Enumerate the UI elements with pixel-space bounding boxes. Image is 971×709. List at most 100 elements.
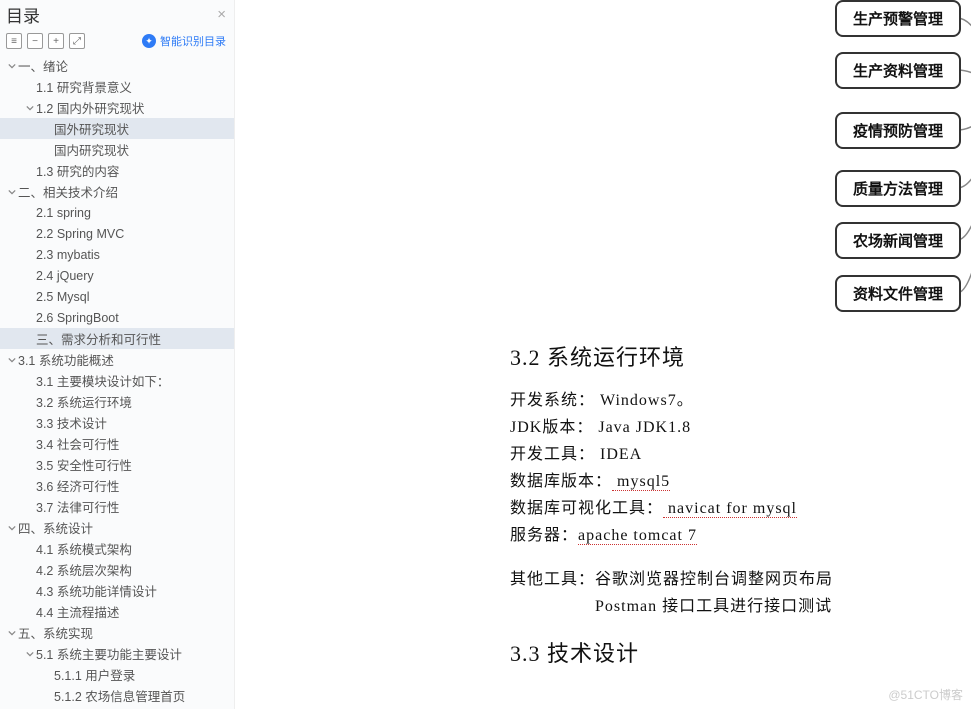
mindmap-child: 生产资料管理 (835, 52, 961, 89)
env-value: apache tomcat 7 (578, 527, 697, 545)
toc-item-label: 3.1 系统功能概述 (18, 350, 114, 369)
env-line: 开发系统： Windows7。 (510, 386, 971, 410)
smart-detect-button[interactable]: ✦ 智能识别目录 (142, 33, 226, 49)
env-value: mysql5 (612, 473, 670, 491)
toc-item[interactable]: 4.1 系统模式架构 (0, 538, 234, 559)
toc-item-label: 四、系统设计 (18, 518, 93, 537)
toc-item-label: 2.6 SpringBoot (36, 311, 119, 325)
toc-item[interactable]: 5.1 系统主要功能主要设计 (0, 643, 234, 664)
toc-item[interactable]: 2.1 spring (0, 202, 234, 223)
toc-item[interactable]: 1.3 研究的内容 (0, 160, 234, 181)
env-key: 开发工具： (510, 446, 595, 463)
expand-icon[interactable]: + (48, 33, 64, 49)
toc-item[interactable]: 4.3 系统功能详情设计 (0, 580, 234, 601)
toc-item-label: 4.4 主流程描述 (36, 602, 119, 621)
toc-item-label: 一、绪论 (18, 56, 68, 75)
toc-item[interactable]: 1.1 研究背景意义 (0, 76, 234, 97)
toc-item[interactable]: 2.5 Mysql (0, 286, 234, 307)
fullscreen-icon[interactable]: ⤢ (69, 33, 85, 49)
toc-title: 目录 (6, 2, 40, 27)
toc-item-label: 5.1 系统主要功能主要设计 (36, 644, 182, 663)
toc-item-label: 1.3 研究的内容 (36, 161, 119, 180)
chevron-down-icon[interactable] (24, 104, 36, 112)
env-line: 数据库可视化工具： navicat for mysql (510, 494, 971, 518)
toc-toolbar: ≡ − + ⤢ ✦ 智能识别目录 (0, 31, 234, 55)
watermark: @51CTO博客 (888, 686, 963, 703)
toc-item[interactable]: 3.5 安全性可行性 (0, 454, 234, 475)
mindmap-child: 资料文件管理 (835, 275, 961, 312)
toc-item-label: 3.5 安全性可行性 (36, 455, 132, 474)
document-viewport[interactable]: 智能农场信息系统 生产预警管理生产资料管理疫情预防管理质量方法管理农场新闻管理资… (235, 0, 971, 709)
collapse-icon[interactable]: − (27, 33, 43, 49)
chevron-down-icon[interactable] (6, 62, 18, 70)
toc-item[interactable]: 1.2 国内外研究现状 (0, 97, 234, 118)
list-icon[interactable]: ≡ (6, 33, 22, 49)
env-line: 服务器：apache tomcat 7 (510, 521, 971, 545)
toc-tree[interactable]: 一、绪论 1.1 研究背景意义 1.2 国内外研究现状国外研究现状国内研究现状 1.3… (0, 55, 234, 709)
toc-item[interactable]: 5.1.1 用户登录 (0, 664, 234, 685)
chevron-down-icon[interactable] (6, 629, 18, 637)
env-key: 服务器： (510, 527, 578, 544)
toc-item-label: 1.1 研究背景意义 (36, 77, 132, 96)
toc-item-label: 3.6 经济可行性 (36, 476, 119, 495)
env-line: 开发工具： IDEA (510, 440, 971, 464)
env-key: 开发系统： (510, 392, 595, 409)
toc-item-label: 2.5 Mysql (36, 290, 90, 304)
toc-item-label: 3.3 技术设计 (36, 413, 107, 432)
toc-item[interactable]: 4.4 主流程描述 (0, 601, 234, 622)
toc-item-label: 二、相关技术介绍 (18, 182, 118, 201)
toc-item[interactable]: 3.2 系统运行环境 (0, 391, 234, 412)
chevron-down-icon[interactable] (6, 524, 18, 532)
toc-item-label: 5.1.2 农场信息管理首页 (54, 686, 185, 705)
toc-item-label: 3.2 系统运行环境 (36, 392, 132, 411)
toc-item-label: 3.7 法律可行性 (36, 497, 119, 516)
toc-item[interactable]: 3.7 法律可行性 (0, 496, 234, 517)
toc-item[interactable]: 3.1 系统功能概述 (0, 349, 234, 370)
mindmap-child: 生产预警管理 (835, 0, 961, 37)
chevron-down-icon[interactable] (6, 188, 18, 196)
toc-item-label: 五、系统实现 (18, 623, 93, 642)
toc-item-label: 2.4 jQuery (36, 269, 94, 283)
toc-item-label: 1.2 国内外研究现状 (36, 98, 144, 117)
toc-item-label: 5.1.1 用户登录 (54, 665, 135, 684)
toc-item[interactable]: 2.4 jQuery (0, 265, 234, 286)
toc-item[interactable]: 五、系统实现 (0, 622, 234, 643)
toc-sidebar: 目录 × ≡ − + ⤢ ✦ 智能识别目录 一、绪论 1.1 研究背景意义 1.2 … (0, 0, 235, 709)
toc-item[interactable]: 国内研究现状 (0, 139, 234, 160)
other-tools-line1: 其他工具：谷歌浏览器控制台调整网页布局 (510, 565, 971, 589)
env-value: navicat for mysql (663, 500, 797, 518)
toc-item[interactable]: 三、需求分析和可行性 (0, 328, 234, 349)
other-tools-line2: Postman 接口工具进行接口测试 (510, 592, 971, 616)
heading-3-3: 3.3 技术设计 (510, 636, 971, 668)
toc-item[interactable]: 一、绪论 (0, 55, 234, 76)
toc-item-label: 3.4 社会可行性 (36, 434, 119, 453)
toc-item[interactable]: 四、系统设计 (0, 517, 234, 538)
env-line: 数据库版本： mysql5 (510, 467, 971, 491)
chevron-down-icon[interactable] (24, 650, 36, 658)
toc-item-label: 三、需求分析和可行性 (36, 329, 161, 348)
toc-item-label: 国内研究现状 (54, 140, 129, 159)
article-body: 3.2 系统运行环境 开发系统： Windows7。JDK版本： Java JD… (510, 340, 971, 682)
chevron-down-icon[interactable] (6, 356, 18, 364)
toc-item[interactable]: 4.2 系统层次架构 (0, 559, 234, 580)
toc-item[interactable]: 5.1.2 农场信息管理首页 (0, 685, 234, 706)
toc-item-label: 4.2 系统层次架构 (36, 560, 132, 579)
toc-item[interactable]: 2.2 Spring MVC (0, 223, 234, 244)
toc-item[interactable]: 3.3 技术设计 (0, 412, 234, 433)
toc-item[interactable]: 2.6 SpringBoot (0, 307, 234, 328)
env-key: JDK版本： (510, 419, 593, 436)
toc-item[interactable]: 国外研究现状 (0, 118, 234, 139)
toc-item[interactable]: 3.4 社会可行性 (0, 433, 234, 454)
close-icon[interactable]: × (217, 6, 226, 23)
toc-item-label: 4.1 系统模式架构 (36, 539, 132, 558)
toc-item-label: 2.3 mybatis (36, 248, 100, 262)
toc-item[interactable]: 3.1 主要模块设计如下： (0, 370, 234, 391)
toc-item[interactable]: 2.3 mybatis (0, 244, 234, 265)
toc-item-label: 国外研究现状 (54, 119, 129, 138)
toc-item[interactable]: 二、相关技术介绍 (0, 181, 234, 202)
mindmap-connectors (505, 0, 971, 320)
toc-item-label: 4.3 系统功能详情设计 (36, 581, 157, 600)
heading-3-2: 3.2 系统运行环境 (510, 340, 971, 372)
toc-item[interactable]: 3.6 经济可行性 (0, 475, 234, 496)
mindmap-child: 农场新闻管理 (835, 222, 961, 259)
